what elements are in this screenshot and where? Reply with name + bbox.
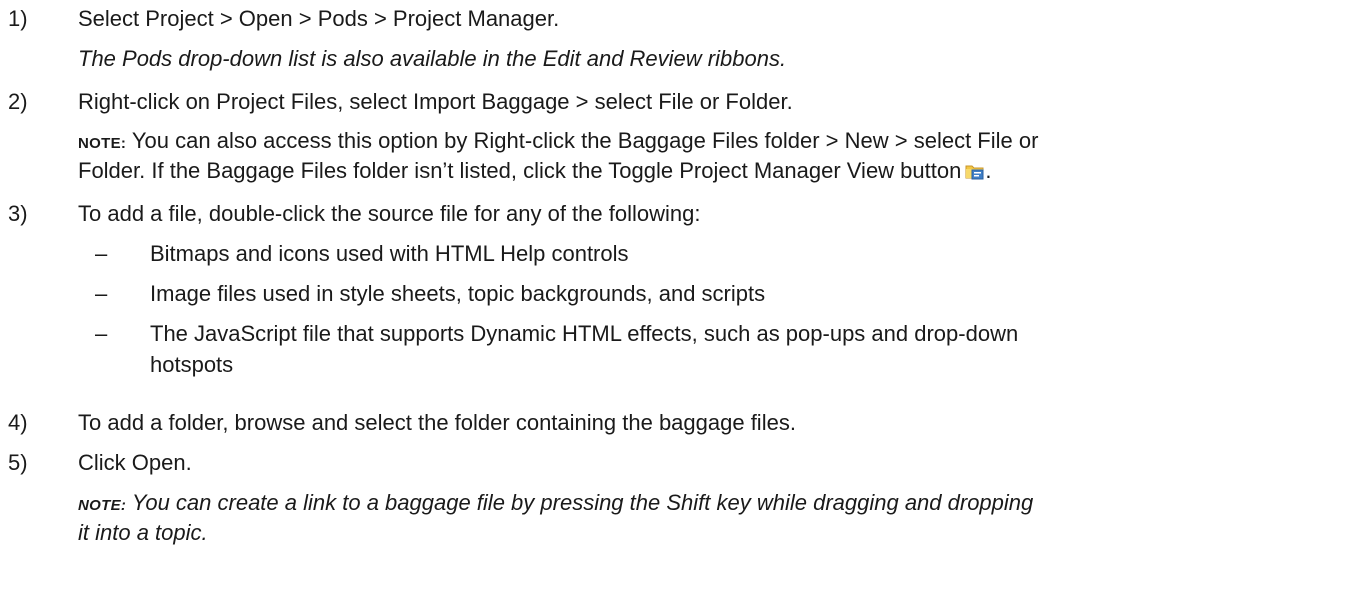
note-label: NOTE: (78, 135, 127, 152)
bullet-dash: – (95, 281, 108, 306)
list-item: Bitmaps and icons used with HTML Help co… (150, 241, 629, 266)
step-2-note-period: . (985, 158, 992, 183)
step-5-text: Click Open. (78, 450, 192, 475)
list-item: The JavaScript file that supports Dynami… (150, 321, 1019, 346)
step-1-number: 1) (8, 6, 28, 31)
step-4-text: To add a folder, browse and select the f… (78, 410, 796, 435)
step-4-number: 4) (8, 410, 28, 435)
step-5-number: 5) (8, 450, 28, 475)
step-2-number: 2) (8, 89, 28, 114)
project-manager-view-icon (965, 158, 985, 180)
step-5-note-text: You can create a link to a baggage file … (126, 490, 1034, 515)
list-item: Image files used in style sheets, topic … (150, 281, 766, 306)
bullet-dash: – (95, 321, 108, 346)
step-2-text: Right-click on Project Files, select Imp… (78, 89, 793, 114)
step-2-note-text-2: Folder. If the Baggage Files folder isn’… (78, 158, 962, 183)
step-3-number: 3) (8, 201, 28, 226)
step-1-text: Select Project > Open > Pods > Project M… (78, 6, 560, 31)
note-label: NOTE: (78, 497, 127, 514)
list-item-continuation: hotspots (150, 352, 234, 377)
step-2-note-line-1: NOTE: You can also access this option by… (78, 126, 1038, 159)
instruction-document: 1) Select Project > Open > Pods > Projec… (0, 0, 1359, 616)
step-2-note-text: You can also access this option by Right… (126, 128, 1039, 153)
step-5-note-line-1: NOTE: You can create a link to a baggage… (78, 488, 1033, 521)
bullet-dash: – (95, 241, 108, 266)
step-1-subtext: The Pods drop-down list is also availabl… (78, 46, 787, 71)
step-2-note-line-2: Folder. If the Baggage Files folder isn’… (78, 156, 991, 186)
step-5-note-line-2: it into a topic. (78, 520, 208, 545)
step-3-text: To add a file, double-click the source f… (78, 201, 701, 226)
